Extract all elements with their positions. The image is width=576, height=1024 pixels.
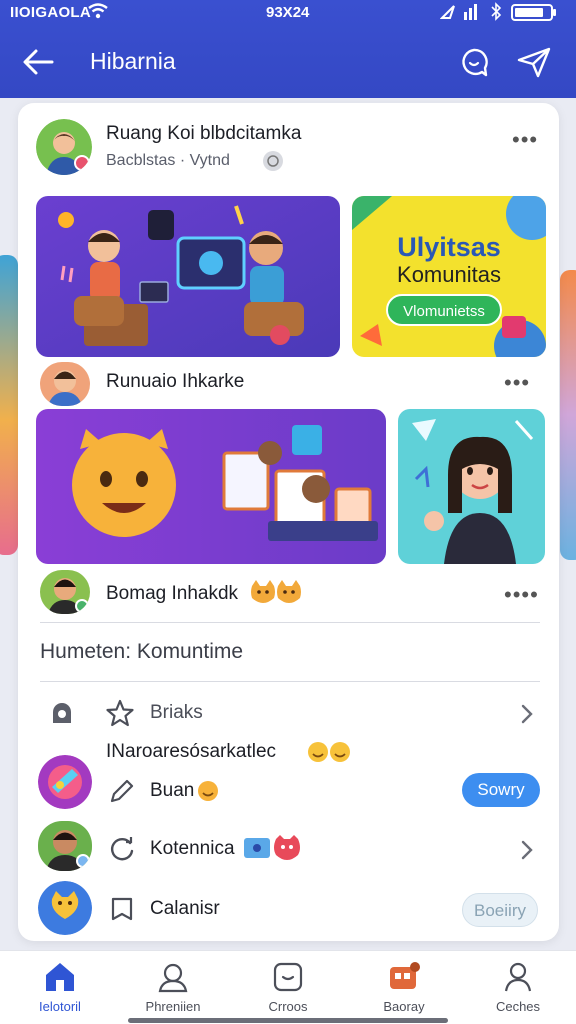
home-indicator — [128, 1018, 448, 1023]
background-decoration — [0, 255, 18, 555]
list-item-label: Buan — [150, 780, 195, 801]
nav-profile[interactable]: Phreniien — [123, 961, 223, 1021]
avatar[interactable] — [40, 570, 90, 614]
globe-icon — [263, 151, 283, 171]
battery-icon — [511, 4, 556, 21]
smiley-icon — [198, 781, 218, 801]
chevron-right-icon — [521, 840, 533, 860]
post-image[interactable] — [36, 409, 386, 564]
list-item-label: Calanisr — [150, 898, 220, 919]
bluetooth-icon — [491, 2, 502, 21]
avatar[interactable] — [36, 119, 92, 175]
bottom-navigation: Ielotoril Phreniien Crroos Baoray Ceches — [0, 950, 576, 1024]
status-time: 93X24 — [266, 4, 310, 21]
more-options-icon[interactable]: ••• — [504, 372, 530, 394]
nav-store[interactable]: Baoray — [354, 961, 454, 1021]
nav-label: Ceches — [495, 999, 541, 1014]
promo-heading: Ulyitsas — [397, 232, 501, 262]
top-bar: IIOIGAOLA 93X24 Hibarnia — [0, 0, 576, 98]
person-icon — [504, 962, 532, 992]
cat-face-icon — [251, 580, 301, 603]
list-item[interactable]: Briaks — [18, 683, 559, 743]
post-image[interactable] — [398, 409, 545, 564]
background-decoration — [560, 270, 576, 560]
post-header: Ruang Koi blbdcitamka Bacblstas · Vytnd … — [18, 117, 559, 177]
avatar — [38, 821, 92, 871]
nav-messages[interactable]: Crroos — [238, 961, 338, 1021]
page-title: Hibarnia — [90, 48, 176, 74]
chevron-right-icon — [521, 704, 533, 724]
nav-label: Baoray — [383, 999, 425, 1014]
profile-icon — [158, 963, 188, 993]
avatar — [38, 881, 92, 935]
refresh-icon — [111, 837, 134, 861]
list-item[interactable]: Kotennica — [18, 819, 559, 879]
system-icons — [440, 2, 556, 21]
pen-icon — [110, 779, 134, 803]
list-item[interactable]: Calanisr Boeiiry — [18, 879, 559, 939]
more-options-icon[interactable]: ••• — [512, 129, 538, 151]
location-icon — [440, 5, 455, 19]
nav-label: Ielotoril — [39, 999, 81, 1014]
sticker-icon — [244, 835, 300, 860]
status-bar: IIOIGAOLA 93X24 — [0, 0, 576, 26]
divider — [40, 622, 540, 623]
post-header: Bomag Inhakdk •••• — [18, 566, 559, 626]
action-button[interactable]: Sowry — [462, 773, 540, 807]
message-icon — [273, 962, 303, 992]
signal-icon — [464, 4, 477, 20]
action-button[interactable]: Boeiiry — [462, 893, 538, 927]
list-item-label: Briaks — [150, 702, 203, 723]
store-icon — [390, 962, 420, 989]
list-heading: INaroaresósarkatlec — [106, 741, 277, 762]
promo-subheading: Komunitas — [397, 262, 501, 287]
post-title: Bomag Inhakdk — [106, 583, 239, 604]
send-icon[interactable] — [516, 46, 552, 78]
list-item[interactable]: Buan Sowry — [18, 755, 559, 821]
nav-home[interactable]: Ielotoril — [10, 961, 110, 1021]
avatar[interactable] — [40, 362, 90, 406]
divider — [40, 681, 540, 682]
avatar — [38, 755, 92, 809]
nav-label: Crroos — [268, 999, 308, 1014]
person-silhouette-icon — [53, 703, 71, 723]
nav-label: Phreniien — [145, 999, 201, 1014]
post-image[interactable] — [36, 196, 340, 357]
promo-card[interactable]: Ulyitsas Komunitas Vlomunietss — [352, 196, 546, 357]
post-title: Runuaio Ihkarke — [106, 371, 245, 392]
star-icon — [106, 699, 134, 727]
post-subtitle: Bacblstas · Vytnd — [106, 152, 230, 169]
back-arrow-icon[interactable] — [22, 48, 54, 76]
app-bar: Hibarnia — [0, 30, 576, 94]
chat-icon[interactable] — [458, 46, 490, 78]
promo-button[interactable]: Vlomunietss — [386, 294, 502, 326]
more-options-icon[interactable]: •••• — [504, 584, 539, 606]
bookmark-icon — [111, 897, 133, 921]
list-item-label: Kotennica — [150, 838, 235, 859]
carrier-name: IIOIGAOLA — [10, 4, 92, 21]
wifi-icon — [88, 3, 108, 19]
nav-account[interactable]: Ceches — [468, 961, 568, 1021]
post-title: Ruang Koi blbdcitamka — [106, 123, 302, 144]
home-icon — [46, 963, 74, 991]
feed-card: Ruang Koi blbdcitamka Bacblstas · Vytnd … — [18, 103, 559, 941]
section-title: Humeten: Komuntime — [40, 640, 244, 663]
